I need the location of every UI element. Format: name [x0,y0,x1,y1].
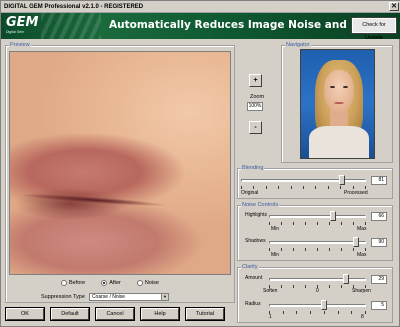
navigator-legend: Navigator [285,42,311,49]
logo-subtext: Digital Gem [6,30,25,34]
radio-before-label: Before [69,280,86,286]
thumb-face [324,70,354,112]
lip-line [17,191,169,209]
zoom-value: 100% [247,102,263,111]
thumb-eye-right [343,86,348,88]
amount-slider-thumb[interactable] [342,274,349,284]
radius-slider-thumb[interactable] [321,300,328,310]
radio-before[interactable]: Before [61,280,85,286]
blending-min-label: Original [241,190,259,196]
radius-value[interactable]: 5 [371,301,387,310]
radio-after-label: After [109,280,121,286]
radio-after-dot[interactable] [101,280,108,286]
title-bar: DIGITAL GEM Professional v2.1.0 - REGIST… [1,1,400,13]
zoom-label: Zoom [250,94,265,100]
blending-legend: Blending [241,165,265,172]
suppression-select[interactable]: Coarse / Noise ▼ [88,293,169,301]
check-for-update-button[interactable]: Check for Update [351,17,397,39]
gem-logo: GEM Digital Gem [6,16,46,36]
shadows-slider-thumb[interactable] [353,237,360,247]
zoom-out-button[interactable]: - [249,121,262,134]
radio-noise[interactable]: Noise [136,280,159,286]
radio-noise-dot[interactable] [136,280,143,286]
radius-label: Radius [245,301,261,307]
preview-image[interactable] [9,51,231,275]
shadows-value[interactable]: 90 [371,238,387,247]
banner-stripes [41,13,101,39]
banner: GEM Digital Gem Automatically Reduces Im… [1,13,400,39]
radius-ticks [269,311,366,314]
app-window: DIGITAL GEM Professional v2.1.0 - REGIST… [0,0,400,327]
amount-value[interactable]: 29 [371,275,387,284]
banner-headline: Automatically Reduces Image Noise and Gr… [109,19,383,31]
radio-after[interactable]: After [101,280,121,286]
chevron-down-icon[interactable]: ▼ [160,294,168,300]
ok-button[interactable]: OK [5,307,45,321]
highlights-min-label: Min [271,226,280,232]
thumb-shirt [309,126,369,158]
blending-ticks [241,186,366,189]
zoom-in-button[interactable]: + [249,74,262,87]
amount-zero-label: 0 [316,288,319,294]
amount-label: Amount [245,275,263,281]
blending-group: Blending [237,165,393,199]
close-button[interactable]: ✕ [389,2,399,11]
shadows-ticks [269,248,366,251]
suppression-value: Coarse / Noise [91,294,126,300]
button-row: OK Default Cancel Help Tutorial [5,307,225,321]
thumb-mouth [334,102,344,104]
navigator-thumbnail[interactable] [300,49,375,159]
amount-sharpen-label: Sharpen [352,288,371,294]
preview-legend: Preview [9,42,31,49]
blending-slider-thumb[interactable] [339,175,346,185]
radius-max-label: 8 [361,314,364,320]
logo-text: GEM [6,15,39,30]
amount-soften-label: Soften [263,288,278,294]
shadows-label: Shadows [245,238,266,244]
window-title: DIGITAL GEM Professional v2.1.0 - REGIST… [4,3,144,10]
highlights-label: Highlights [245,212,267,218]
view-options: Before After Noise [61,280,159,286]
radio-before-dot[interactable] [61,280,67,286]
blending-slider-track[interactable] [241,179,366,182]
help-button[interactable]: Help [140,307,180,321]
highlights-slider-track[interactable] [269,215,366,218]
shadows-slider-track[interactable] [269,241,366,244]
default-button[interactable]: Default [50,307,90,321]
highlights-max-label: Max [357,226,367,232]
thumb-eye-left [330,86,335,88]
highlights-slider-thumb[interactable] [330,211,337,221]
suppression-row: Suppression Type Coarse / Noise ▼ [41,293,169,301]
highlights-ticks [269,222,366,225]
amount-slider-track[interactable] [269,278,366,281]
noise-controls-legend: Noise Controls [241,202,280,209]
clarity-legend: Clarity [241,264,259,271]
shadows-min-label: Min [271,252,280,258]
blending-value[interactable]: 81 [371,176,387,185]
cancel-button[interactable]: Cancel [95,307,135,321]
shadows-max-label: Max [357,252,367,258]
blending-max-label: Processed [344,190,368,196]
suppression-label: Suppression Type [41,294,85,300]
tutorial-button[interactable]: Tutorial [185,307,225,321]
radio-noise-label: Noise [144,280,159,286]
radius-slider-track[interactable] [269,304,366,307]
highlights-value[interactable]: 66 [371,212,387,221]
radius-min-label: 1 [269,314,272,320]
